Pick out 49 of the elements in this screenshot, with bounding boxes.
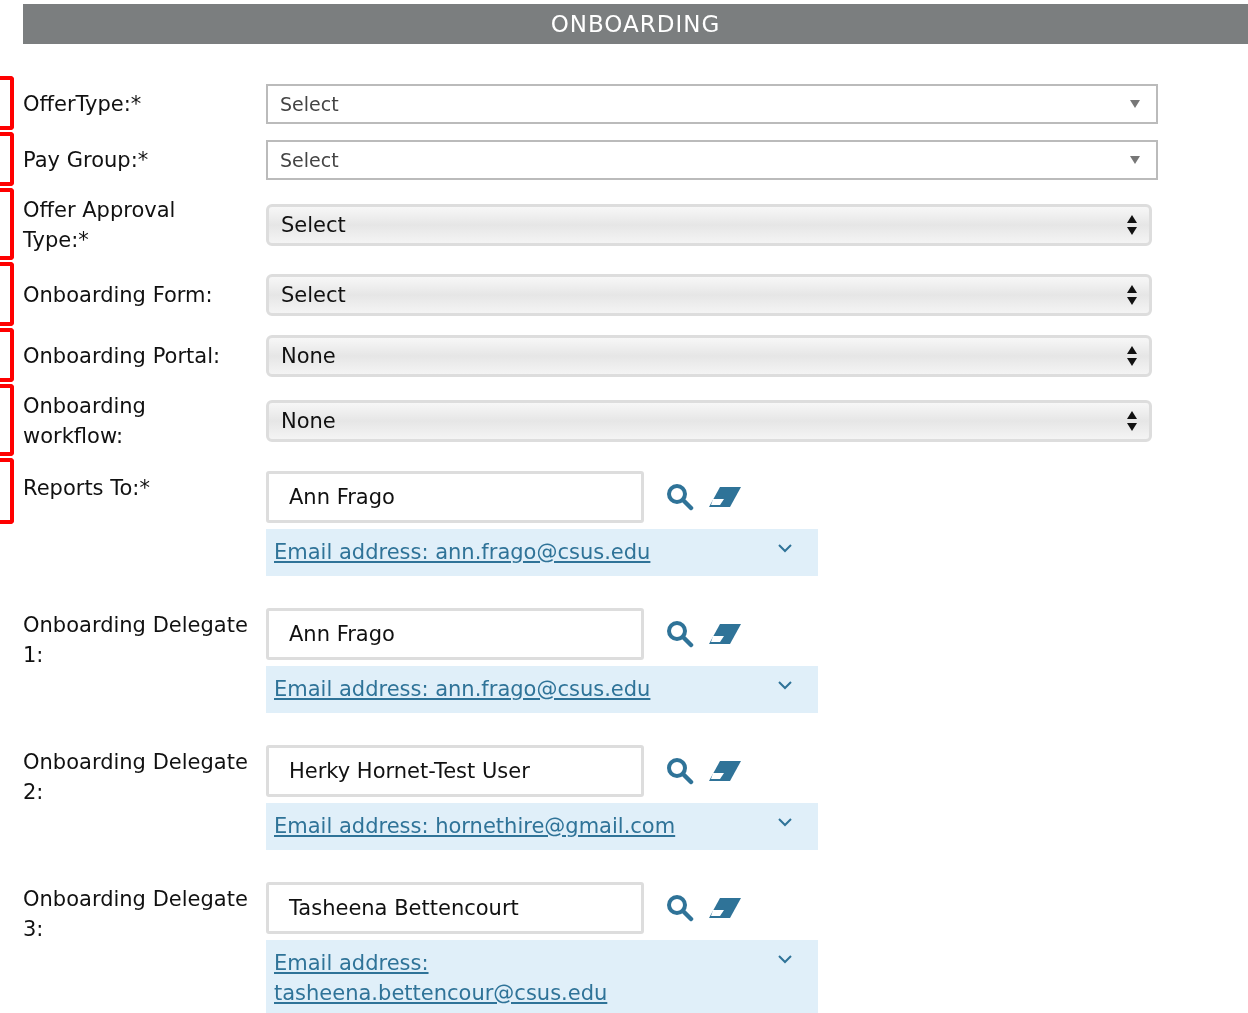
field-label: Onboarding Delegate 1: xyxy=(23,612,249,669)
select-dropdown[interactable]: Select xyxy=(266,204,1152,246)
eraser-icon[interactable] xyxy=(708,760,742,782)
eraser-icon[interactable] xyxy=(708,486,742,508)
search-icon[interactable] xyxy=(666,894,694,922)
field-label: OfferType:* xyxy=(23,91,143,118)
person-input-field[interactable]: Tasheena Bettencourt xyxy=(266,882,644,934)
chevron-down-icon[interactable] xyxy=(778,544,792,553)
chevron-down-icon[interactable] xyxy=(778,818,792,827)
field-label: Pay Group:* xyxy=(23,147,150,174)
up-down-arrows-icon xyxy=(1127,346,1137,366)
select-value: Select xyxy=(280,149,339,171)
search-icon[interactable] xyxy=(666,620,694,648)
person-input-field[interactable]: Ann Frago xyxy=(266,608,644,660)
field-label: Reports To:* xyxy=(23,475,151,502)
select-dropdown[interactable]: Select xyxy=(266,140,1158,180)
select-value: Select xyxy=(281,283,346,307)
select-value: None xyxy=(281,409,336,433)
select-value: Select xyxy=(280,93,339,115)
select-dropdown[interactable]: None xyxy=(266,400,1152,442)
email-link[interactable]: Email address: ann.frago@csus.edu xyxy=(274,674,651,704)
select-dropdown[interactable]: Select xyxy=(266,274,1152,316)
field-label: Onboarding Delegate 3: xyxy=(23,886,249,943)
email-link[interactable]: Email address: hornethire@gmail.com xyxy=(274,811,676,841)
chevron-down-icon[interactable] xyxy=(778,955,792,964)
field-label: Onboarding Delegate 2: xyxy=(23,749,249,806)
eraser-icon[interactable] xyxy=(708,623,742,645)
select-value: None xyxy=(281,344,336,368)
person-input-field[interactable]: Ann Frago xyxy=(266,471,644,523)
eraser-icon[interactable] xyxy=(708,897,742,919)
chevron-down-icon[interactable] xyxy=(778,681,792,690)
email-link[interactable]: Email address: ann.frago@csus.edu xyxy=(274,537,651,567)
dropdown-arrow-icon xyxy=(1130,156,1140,164)
field-label: Onboarding Form: xyxy=(23,282,214,309)
search-icon[interactable] xyxy=(666,483,694,511)
up-down-arrows-icon xyxy=(1127,411,1137,431)
email-link[interactable]: Email address: tasheena.bettencour@csus.edu xyxy=(274,948,744,1008)
search-icon[interactable] xyxy=(666,757,694,785)
person-input-field[interactable]: Herky Hornet-Test User xyxy=(266,745,644,797)
section-header: ONBOARDING xyxy=(23,4,1248,44)
field-label: Onboarding workflow: xyxy=(23,393,147,450)
field-label: Offer Approval Type:* xyxy=(23,197,177,254)
dropdown-arrow-icon xyxy=(1130,100,1140,108)
up-down-arrows-icon xyxy=(1127,285,1137,305)
up-down-arrows-icon xyxy=(1127,215,1137,235)
select-dropdown[interactable]: None xyxy=(266,335,1152,377)
field-label: Onboarding Portal: xyxy=(23,343,222,370)
select-value: Select xyxy=(281,213,346,237)
select-dropdown[interactable]: Select xyxy=(266,84,1158,124)
